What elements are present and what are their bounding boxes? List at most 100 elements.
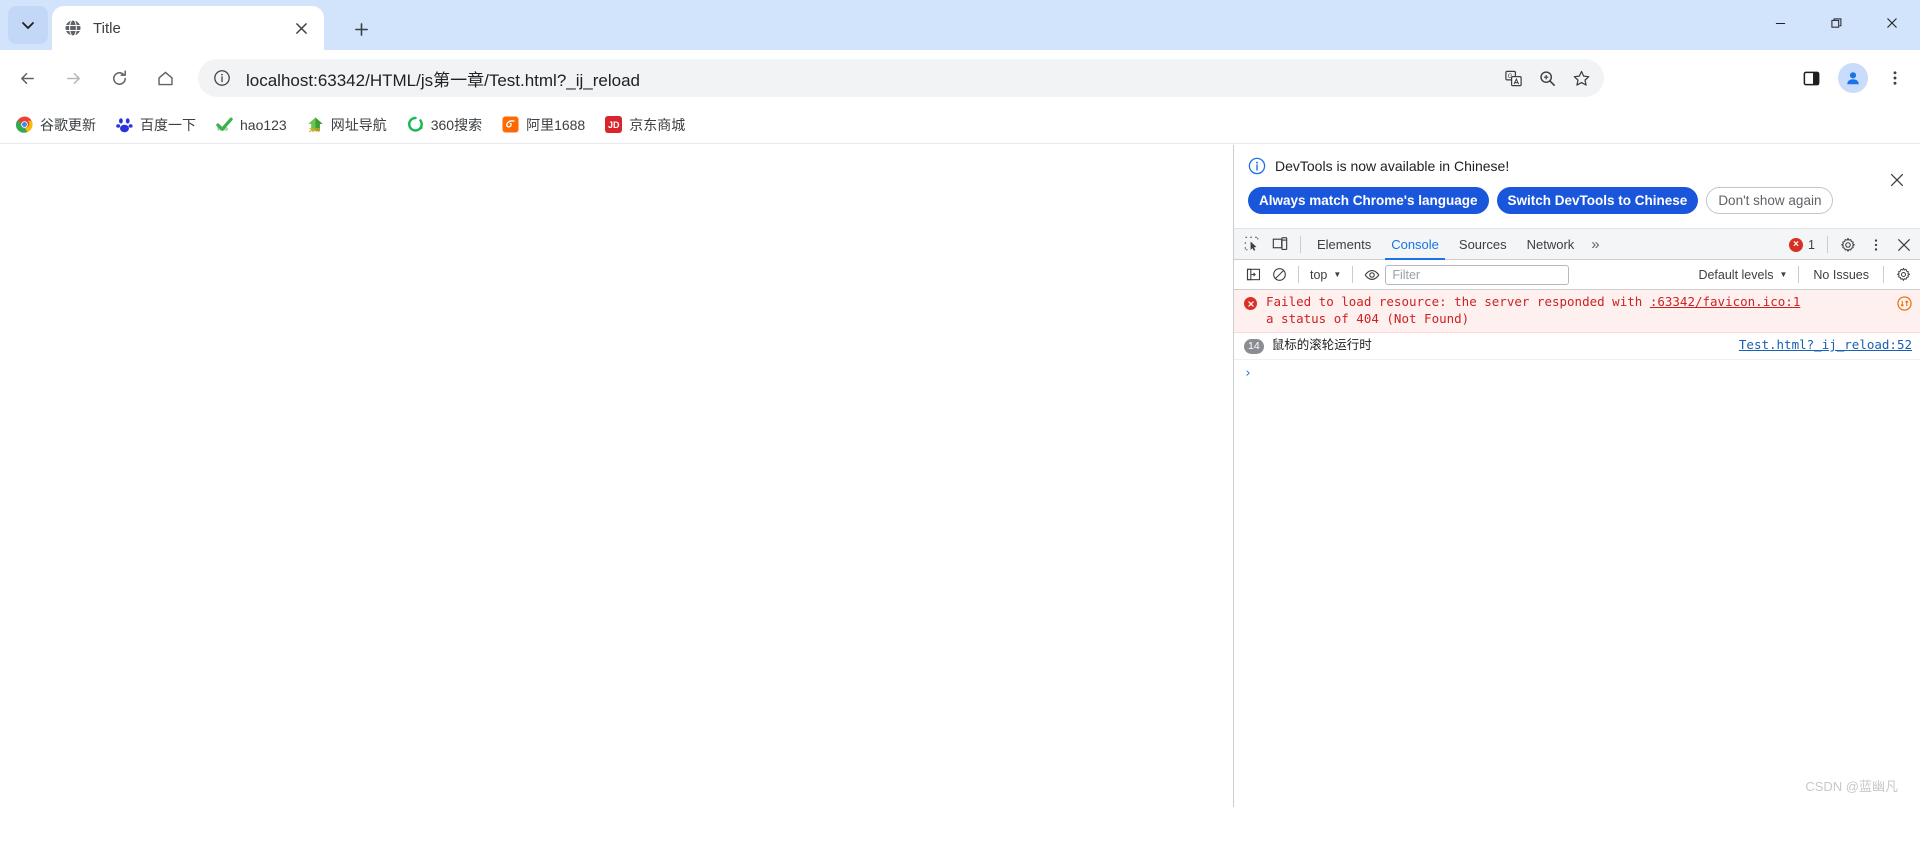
divider <box>1298 266 1299 283</box>
home-icon <box>156 69 175 88</box>
close-icon[interactable] <box>290 17 312 39</box>
console-prompt-input[interactable] <box>1260 365 1912 382</box>
console-message-error[interactable]: Failed to load resource: the server resp… <box>1234 290 1920 333</box>
always-match-language-button[interactable]: Always match Chrome's language <box>1248 187 1489 214</box>
gear-icon <box>1840 237 1856 253</box>
tab-title: Title <box>93 20 290 37</box>
bookmark-item-2345-nav[interactable]: 2345 网址导航 <box>299 111 395 139</box>
issues-status[interactable]: No Issues <box>1805 268 1877 282</box>
person-icon <box>1844 69 1862 87</box>
info-circle-icon[interactable] <box>212 68 232 88</box>
2345-icon: 2345 <box>307 116 324 133</box>
console-log-text: 鼠标的滚轮运行时 <box>1272 337 1725 354</box>
kebab-menu-icon <box>1886 69 1904 87</box>
address-bar[interactable]: localhost:63342/HTML/js第一章/Test.html?_ij… <box>198 59 1604 97</box>
bookmark-item-google-update[interactable]: 谷歌更新 <box>8 111 104 139</box>
console-error-line2: a status of 404 (Not Found) <box>1266 311 1469 326</box>
error-count-badge[interactable]: × 1 <box>1783 238 1821 252</box>
banner-message: DevTools is now available in Chinese! <box>1275 158 1509 174</box>
divider <box>1883 266 1884 283</box>
console-filter-input[interactable] <box>1385 265 1569 285</box>
error-icon: × <box>1789 238 1803 252</box>
page-viewport <box>0 145 1233 807</box>
switch-devtools-language-button[interactable]: Switch DevTools to Chinese <box>1497 187 1699 214</box>
execution-context-selector[interactable]: top ▼ <box>1305 264 1346 286</box>
arrow-left-icon <box>18 69 37 88</box>
tab-console[interactable]: Console <box>1381 229 1449 260</box>
forward-button[interactable] <box>54 59 92 97</box>
bookmark-item-alibaba-1688[interactable]: 阿里1688 <box>494 111 593 139</box>
bookmark-label: 阿里1688 <box>526 115 585 135</box>
log-levels-selector[interactable]: Default levels ▼ <box>1693 264 1792 286</box>
baidu-icon <box>116 116 133 133</box>
reload-icon <box>110 69 129 88</box>
zoom-icon[interactable] <box>1530 61 1564 95</box>
devtools-language-banner: DevTools is now available in Chinese! Al… <box>1234 145 1920 228</box>
browser-tab[interactable]: Title <box>52 6 324 50</box>
inspect-element-icon[interactable] <box>1238 231 1266 257</box>
tab-sources[interactable]: Sources <box>1449 229 1517 260</box>
maximize-button[interactable] <box>1808 0 1864 46</box>
close-devtools-button[interactable] <box>1890 232 1918 258</box>
back-button[interactable] <box>8 59 46 97</box>
live-expression-button[interactable] <box>1359 263 1385 287</box>
profile-button[interactable] <box>1834 59 1872 97</box>
devtools-tabbar-right: × 1 <box>1783 229 1918 260</box>
side-panel-button[interactable] <box>1792 59 1830 97</box>
console-toolbar: top ▼ Default levels ▼ No Issues <box>1234 260 1920 290</box>
360-icon <box>407 116 424 133</box>
more-tabs-button[interactable]: » <box>1584 229 1606 260</box>
banner-close-button[interactable] <box>1886 169 1908 191</box>
translate-icon[interactable]: G <box>1496 61 1530 95</box>
omnibox-actions: G <box>1496 61 1598 95</box>
close-icon <box>1896 237 1912 253</box>
bookmark-item-hao123[interactable]: hao hao123 <box>208 111 295 139</box>
console-sidebar-toggle[interactable] <box>1240 263 1266 287</box>
bookmark-item-baidu[interactable]: 百度一下 <box>108 111 204 139</box>
kebab-menu-icon <box>1868 237 1884 253</box>
console-toolbar-right: Default levels ▼ No Issues <box>1693 263 1916 287</box>
bookmark-item-jd[interactable]: JD 京东商城 <box>597 111 693 139</box>
side-panel-icon <box>1802 69 1821 88</box>
divider <box>1352 266 1353 283</box>
maximize-icon <box>1831 18 1842 29</box>
console-source-link[interactable]: Test.html?_ij_reload:52 <box>1739 337 1912 352</box>
devtools-settings-button[interactable] <box>1834 232 1862 258</box>
hao123-icon: hao <box>216 116 233 133</box>
reload-button[interactable] <box>100 59 138 97</box>
bookmark-item-360-search[interactable]: 360搜索 <box>399 111 490 139</box>
devtools-more-options-button[interactable] <box>1862 232 1890 258</box>
chrome-menu-button[interactable] <box>1876 59 1914 97</box>
dont-show-again-button[interactable]: Don't show again <box>1706 187 1833 214</box>
close-window-button[interactable] <box>1864 0 1920 46</box>
console-message-log[interactable]: 14 鼠标的滚轮运行时 Test.html?_ij_reload:52 <box>1234 333 1920 360</box>
clear-console-button[interactable] <box>1266 263 1292 287</box>
alibaba-icon <box>502 116 519 133</box>
console-settings-button[interactable] <box>1890 263 1916 287</box>
console-error-link[interactable]: :63342/favicon.ico:1 <box>1650 294 1801 309</box>
tab-strip: Title <box>0 0 1920 50</box>
svg-text:2345: 2345 <box>309 128 320 133</box>
home-button[interactable] <box>146 59 184 97</box>
affected-resources-icon[interactable] <box>1897 296 1912 311</box>
console-prompt-row[interactable]: › <box>1234 360 1920 387</box>
prompt-caret-icon: › <box>1244 366 1252 381</box>
bookmark-star-icon[interactable] <box>1564 61 1598 95</box>
error-icon <box>1244 297 1257 310</box>
url-text: localhost:63342/HTML/js第一章/Test.html?_ij… <box>246 66 1496 91</box>
console-error-line1: Failed to load resource: the server resp… <box>1266 294 1642 309</box>
tab-elements[interactable]: Elements <box>1307 229 1381 260</box>
devtools-tabbar: Elements Console Sources Network » × 1 <box>1234 228 1920 260</box>
tab-search-button[interactable] <box>8 6 48 44</box>
arrow-right-icon <box>64 69 83 88</box>
device-toolbar-icon[interactable] <box>1266 231 1294 257</box>
bookmark-label: 谷歌更新 <box>40 115 96 135</box>
tab-network[interactable]: Network <box>1517 229 1585 260</box>
banner-buttons-row: Always match Chrome's language Switch De… <box>1248 187 1906 214</box>
minimize-button[interactable] <box>1752 0 1808 46</box>
bookmark-label: 360搜索 <box>431 115 482 135</box>
new-tab-button[interactable] <box>346 14 376 44</box>
chrome-icon <box>16 116 33 133</box>
bookmark-label: 京东商城 <box>629 115 685 135</box>
gear-icon <box>1896 267 1911 282</box>
